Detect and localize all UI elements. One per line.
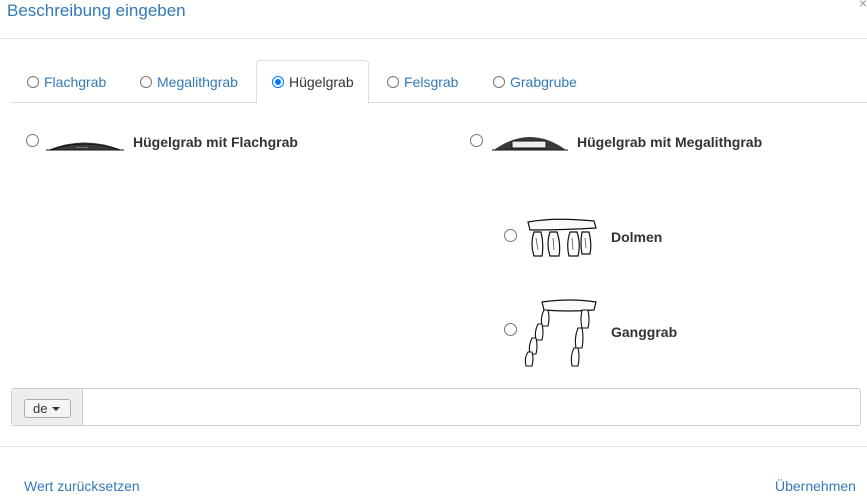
tab-radio[interactable] [140,75,152,88]
mound-megalith-illustration [492,137,568,151]
language-value: de [33,401,48,416]
option-dolmen[interactable] [504,229,517,242]
option-radio[interactable] [470,134,483,147]
reset-value-link[interactable]: Wert zurücksetzen [24,478,140,494]
svg-text:∼∼∼: ∼∼∼ [76,145,89,151]
option-radio[interactable] [504,229,517,242]
language-dropdown-button[interactable]: de [24,399,71,418]
passage-grave-illustration [524,299,597,367]
option-radio[interactable] [504,323,517,336]
tab-label: Hügelgrab [289,74,354,90]
dialog-title: Beschreibung eingeben [7,1,186,20]
caret-down-icon [52,406,61,411]
tab-huegelgrab[interactable]: Hügelgrab [256,60,369,104]
tab-radio[interactable] [493,75,505,88]
footer-divider [0,446,867,447]
description-input[interactable] [84,389,860,425]
tab-grabgrube[interactable]: Grabgrube [493,60,593,103]
tab-felsgrab[interactable]: Felsgrab [387,60,477,103]
description-input-group: de [11,388,861,426]
dolmen-illustration [527,218,597,257]
grave-type-tabs: Flachgrab Megalithgrab Hügelgrab Felsgra… [11,60,867,104]
tab-radio[interactable] [272,76,284,88]
tab-radio[interactable] [27,75,39,88]
tab-label: Flachgrab [44,73,107,90]
option-label: Dolmen [611,229,663,245]
language-addon: de [12,389,83,425]
option-label: Hügelgrab mit Flachgrab [133,134,298,150]
option-radio[interactable] [26,134,39,147]
option-huegelgrab-megalithgrab[interactable] [470,134,483,147]
tab-label: Felsgrab [404,73,459,90]
tab-megalithgrab[interactable]: Megalithgrab [140,60,255,103]
tab-flachgrab[interactable]: Flachgrab [27,60,127,103]
tab-label: Megalithgrab [157,73,238,90]
close-button[interactable]: × [859,0,867,10]
tab-label: Grabgrube [510,73,577,90]
dialog-header: Beschreibung eingeben × [0,0,867,39]
option-label: Hügelgrab mit Megalithgrab [577,134,763,150]
option-huegelgrab-flachgrab[interactable] [26,134,39,147]
mound-flat-grave-illustration: ∼∼∼ [46,142,124,151]
option-ganggrab[interactable] [504,323,517,336]
option-label: Ganggrab [611,324,678,340]
tab-radio[interactable] [387,75,399,88]
apply-link[interactable]: Übernehmen [775,478,856,494]
